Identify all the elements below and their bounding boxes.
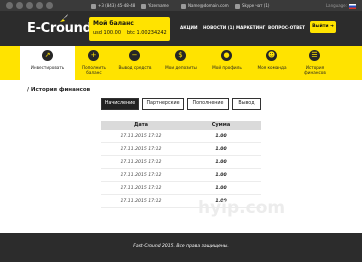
instagram-icon[interactable] <box>46 2 53 9</box>
history-icon: ☰ <box>309 50 320 61</box>
balance-title: Мой баланс <box>93 20 134 27</box>
language-selector[interactable]: Language: <box>326 2 356 9</box>
skype-icon <box>141 3 146 9</box>
team-icon: ☻ <box>266 50 277 61</box>
site-header: +3 (843) 45-48-48 Yizername Name@domain.… <box>0 0 362 46</box>
menu-invest[interactable]: ↗ Инвестировать <box>20 46 75 80</box>
column-header-amount: Сумма <box>211 122 231 128</box>
watermark: hyip.com <box>198 198 286 218</box>
amount-cell: 1.00 <box>215 173 227 178</box>
date-cell: 17.11.2015 17:12 <box>120 134 162 139</box>
amount-cell: 1.00 <box>215 186 227 191</box>
phone-icon <box>91 3 96 9</box>
vk-icon[interactable] <box>26 2 33 9</box>
profile-icon: ● <box>221 50 232 61</box>
deposits-icon: $ <box>175 50 186 61</box>
logo[interactable]: E-Cround <box>27 21 92 37</box>
nav-news[interactable]: НОВОСТИ (1) <box>203 25 234 30</box>
table-row: 17.11.2015 17:12 1.00 <box>101 157 261 169</box>
balance-btc: btc 1.00234242 <box>127 30 167 36</box>
menu-finance-history[interactable]: ☰ История финансов <box>295 46 335 80</box>
date-cell: 17.11.2015 17:12 <box>120 147 162 152</box>
menu-deposit-balance[interactable]: + Пополнить баланс <box>75 46 113 80</box>
table-header: Дата Сумма <box>101 121 261 130</box>
site-footer: Fast-Cround 2015. Все права защищены. <box>0 233 362 262</box>
facebook-icon[interactable] <box>6 2 13 9</box>
amount-cell: 1.00 <box>215 134 227 139</box>
nav-faq[interactable]: ВОПРОС-ОТВЕТ <box>268 25 305 30</box>
menu-withdraw[interactable]: − Вывод средств <box>113 46 157 80</box>
date-cell: 17.11.2015 17:12 <box>120 199 162 204</box>
balance-box: Мой баланс usd 100.00 btc 1.00234242 <box>89 17 170 41</box>
amount-cell: 1.00 <box>215 147 227 152</box>
date-cell: 17.11.2015 17:12 <box>120 160 162 165</box>
tab-deposits[interactable]: Пополнение <box>187 98 229 110</box>
minus-icon: − <box>129 50 140 61</box>
chat-icon <box>235 3 240 9</box>
invest-icon: ↗ <box>42 50 53 61</box>
menu-team[interactable]: ☻ Моя команда <box>249 46 295 80</box>
nav-promotions[interactable]: АКЦИИ <box>180 25 198 30</box>
balance-usd: usd 100.00 <box>93 30 122 36</box>
account-menu: ↗ Инвестировать + Пополнить баланс − Выв… <box>0 46 362 80</box>
copyright-text: Fast-Cround 2015. Все права защищены. <box>133 244 229 249</box>
email-contact[interactable]: Name@domain.com <box>181 2 229 9</box>
phone-contact: +3 (843) 45-48-48 <box>91 2 135 9</box>
table-row: 17.11.2015 17:12 1.00 <box>101 170 261 182</box>
skype-contact[interactable]: Yizername <box>141 2 169 9</box>
page-title: / История финансов <box>27 87 91 93</box>
logout-button[interactable]: Выйти ➜ <box>310 21 336 33</box>
menu-profile[interactable]: ● Мой профиль <box>205 46 249 80</box>
column-header-date: Дата <box>133 122 149 128</box>
plus-icon: + <box>88 50 99 61</box>
date-cell: 17.11.2015 17:12 <box>120 173 162 178</box>
nav-marketing[interactable]: МАРКЕТИНГ <box>236 25 265 30</box>
amount-cell: 1.00 <box>215 160 227 165</box>
youtube-icon[interactable] <box>36 2 43 9</box>
flag-icon <box>349 3 356 9</box>
twitter-icon[interactable] <box>16 2 23 9</box>
tab-withdrawals[interactable]: Вывод <box>232 98 261 110</box>
tab-partner[interactable]: Партнерские <box>142 98 184 110</box>
table-row: 17.11.2015 17:12 1.00 <box>101 144 261 156</box>
menu-my-deposits[interactable]: $ Мои депозиты <box>157 46 205 80</box>
date-cell: 17.11.2015 17:12 <box>120 186 162 191</box>
table-row: 17.11.2015 17:12 1.00 <box>101 131 261 143</box>
skype-chat-link[interactable]: Skype чат (1) <box>235 2 269 9</box>
tab-accruals[interactable]: Начисление <box>101 98 139 110</box>
contact-strip: +3 (843) 45-48-48 Yizername Name@domain.… <box>0 0 362 11</box>
table-row: 17.11.2015 17:12 1.00 <box>101 183 261 195</box>
email-icon <box>181 3 186 9</box>
